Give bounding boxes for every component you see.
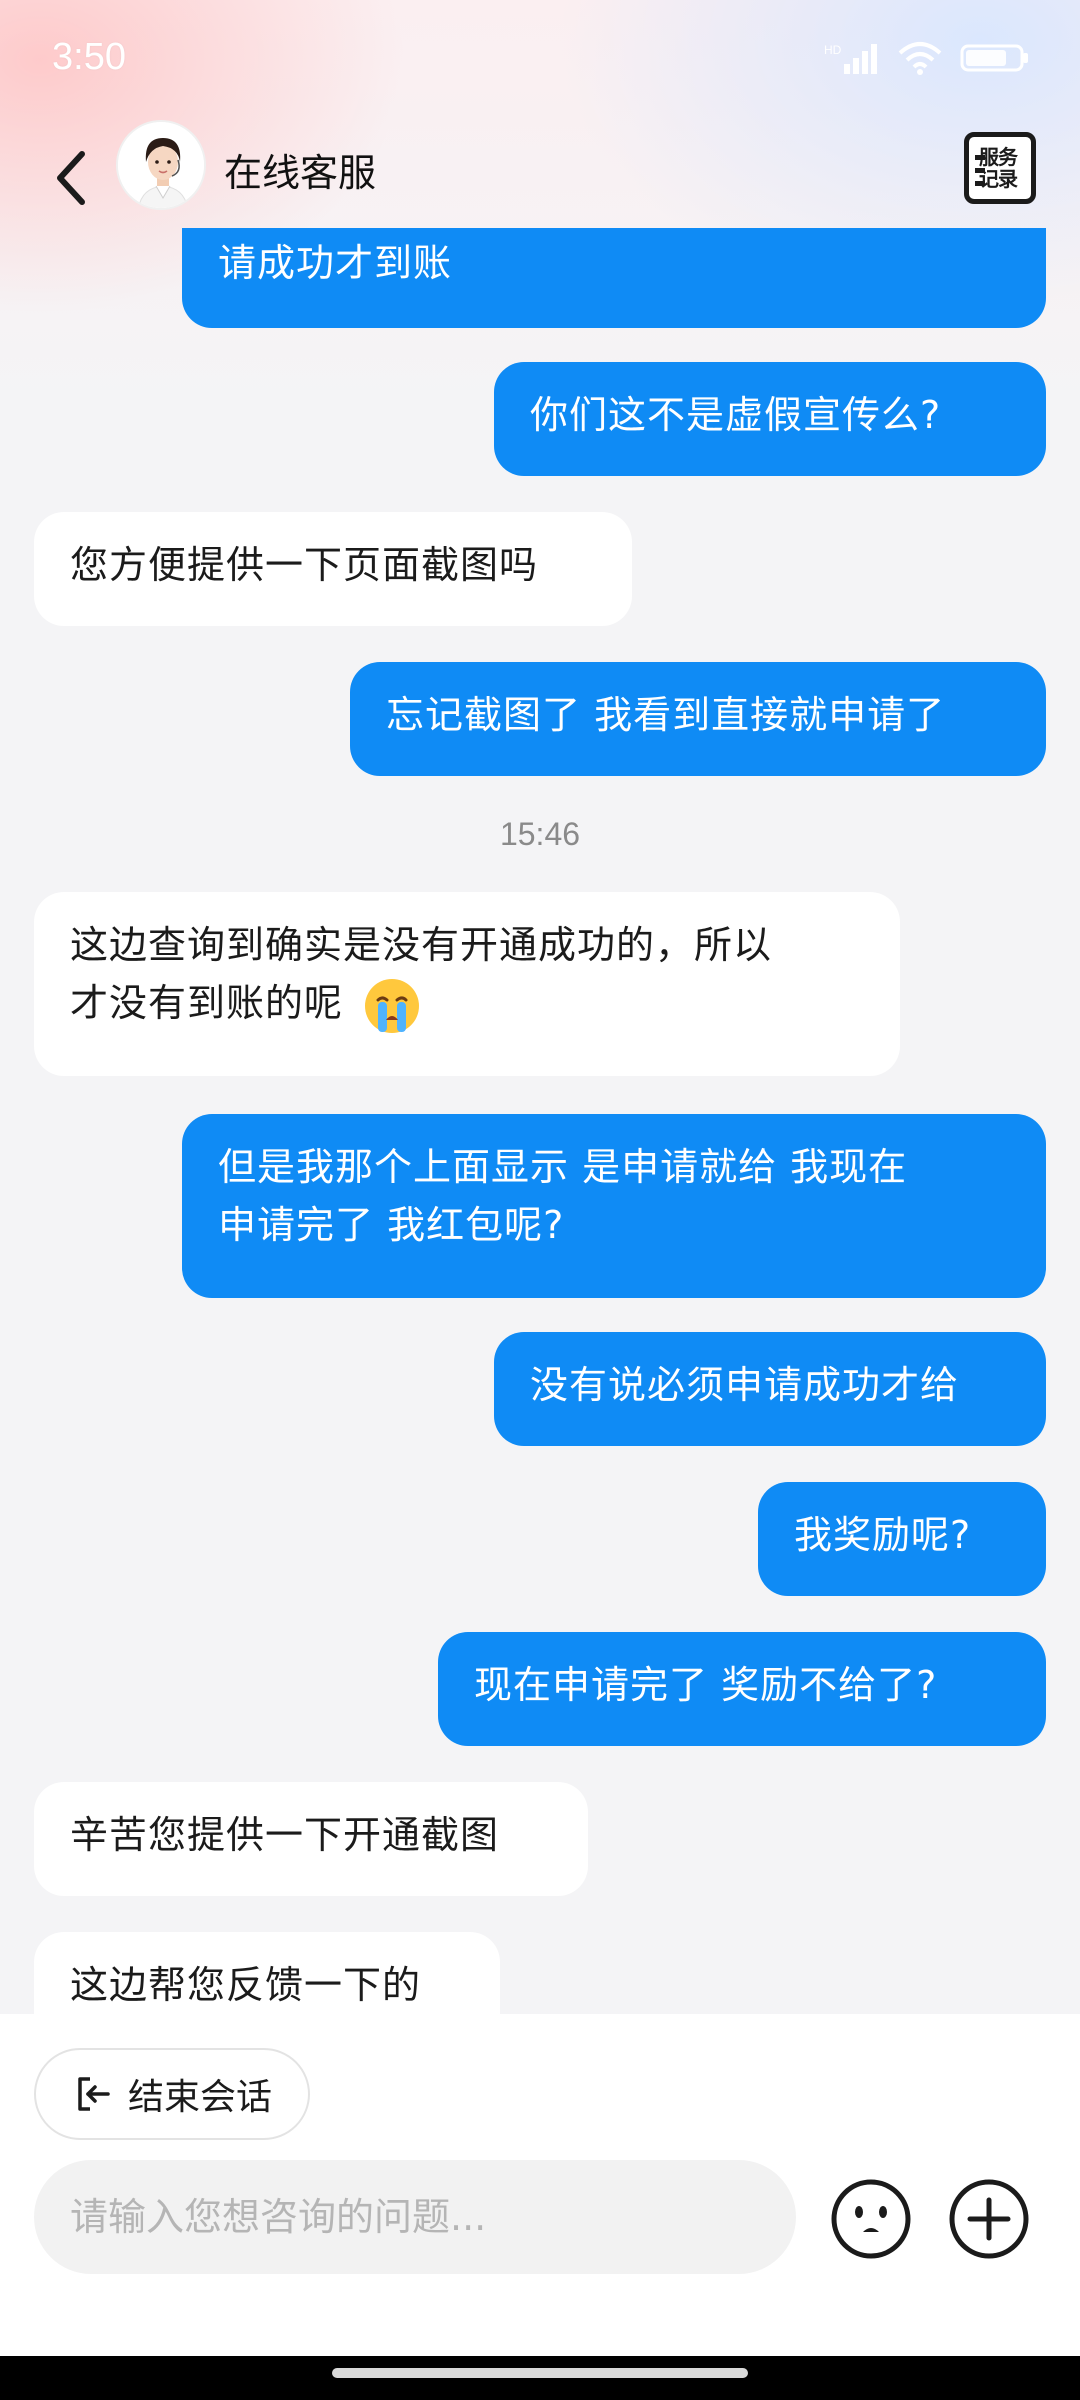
plus-circle-icon xyxy=(949,2179,1029,2259)
message-text: 辛苦您提供一下开通截图 xyxy=(70,1813,500,1857)
message-text-line: 才没有到账的呢 xyxy=(70,981,344,1025)
battery-icon xyxy=(960,44,1028,72)
end-session-button[interactable]: 结束会话 xyxy=(34,2048,310,2140)
message-text-line: 申请完了 我红包呢? xyxy=(218,1203,565,1247)
message-text: 我奖励呢? xyxy=(794,1513,972,1557)
message-text: 现在申请完了 奖励不给了? xyxy=(474,1663,938,1707)
chat-header: 在线客服 服务记录 xyxy=(0,120,1080,230)
crying-face-emoji xyxy=(365,978,420,1033)
chevron-left-icon xyxy=(57,151,85,205)
user-message: 但是我那个上面显示 是申请就给 我现在 申请完了 我红包呢? xyxy=(182,1114,1046,1298)
exit-icon xyxy=(78,2077,110,2111)
status-time: 3:50 xyxy=(52,36,126,78)
svg-text:HD: HD xyxy=(824,43,842,57)
agent-message: 这边帮您反馈一下的 xyxy=(34,1932,500,2014)
emoji-button[interactable] xyxy=(830,2178,912,2260)
user-message: 请成功才到账 xyxy=(182,228,1046,328)
more-options-button[interactable] xyxy=(948,2178,1030,2260)
message-text: 您方便提供一下页面截图吗 xyxy=(70,543,539,587)
service-record-button[interactable]: 服务记录 xyxy=(964,132,1036,204)
message-text: 没有说必须申请成功才给 xyxy=(530,1363,960,1407)
agent-message: 辛苦您提供一下开通截图 xyxy=(34,1782,588,1896)
chat-title: 在线客服 xyxy=(224,151,377,195)
status-bar: 3:50 HD xyxy=(0,0,1080,120)
user-message: 我奖励呢? xyxy=(758,1482,1046,1596)
status-icons: HD xyxy=(824,40,1030,76)
message-text: 请成功才到账 xyxy=(218,241,453,285)
back-button[interactable] xyxy=(40,138,100,218)
user-message: 你们这不是虚假宣传么? xyxy=(494,362,1046,476)
message-text: 你们这不是虚假宣传么? xyxy=(530,393,942,437)
agent-message: 这边查询到确实是没有开通成功的，所以 才没有到账的呢 xyxy=(34,892,900,1076)
end-session-label: 结束会话 xyxy=(128,2077,273,2118)
hd-signal-icon: HD xyxy=(824,43,877,74)
wifi-icon xyxy=(898,42,942,75)
message-text-line: 这边查询到确实是没有开通成功的，所以 xyxy=(70,923,773,967)
message-text-line-with-emoji: 才没有到账的呢 xyxy=(70,974,864,1036)
user-message: 现在申请完了 奖励不给了? xyxy=(438,1632,1046,1746)
system-navigation-bar xyxy=(0,2356,1080,2400)
smiley-icon xyxy=(831,2179,911,2259)
message-text: 忘记截图了 我看到直接就申请了 xyxy=(386,693,946,737)
home-indicator[interactable] xyxy=(332,2368,748,2378)
list-icon xyxy=(975,155,985,186)
message-text-line: 但是我那个上面显示 是申请就给 我现在 xyxy=(218,1145,908,1189)
message-input[interactable] xyxy=(34,2160,796,2274)
service-record-label: 服务记录 xyxy=(979,145,1018,191)
agent-avatar xyxy=(116,120,206,210)
user-message: 忘记截图了 我看到直接就申请了 xyxy=(350,662,1046,776)
message-text: 这边帮您反馈一下的 xyxy=(70,1963,422,2007)
bottom-input-panel: 结束会话 xyxy=(0,2014,1080,2400)
message-timestamp: 15:46 xyxy=(499,816,581,852)
user-message: 没有说必须申请成功才给 xyxy=(494,1332,1046,1446)
agent-message: 您方便提供一下页面截图吗 xyxy=(34,512,632,626)
chat-message-list[interactable]: 请成功才到账 你们这不是虚假宣传么? 您方便提供一下页面截图吗 忘记截图了 我看… xyxy=(0,228,1080,2014)
